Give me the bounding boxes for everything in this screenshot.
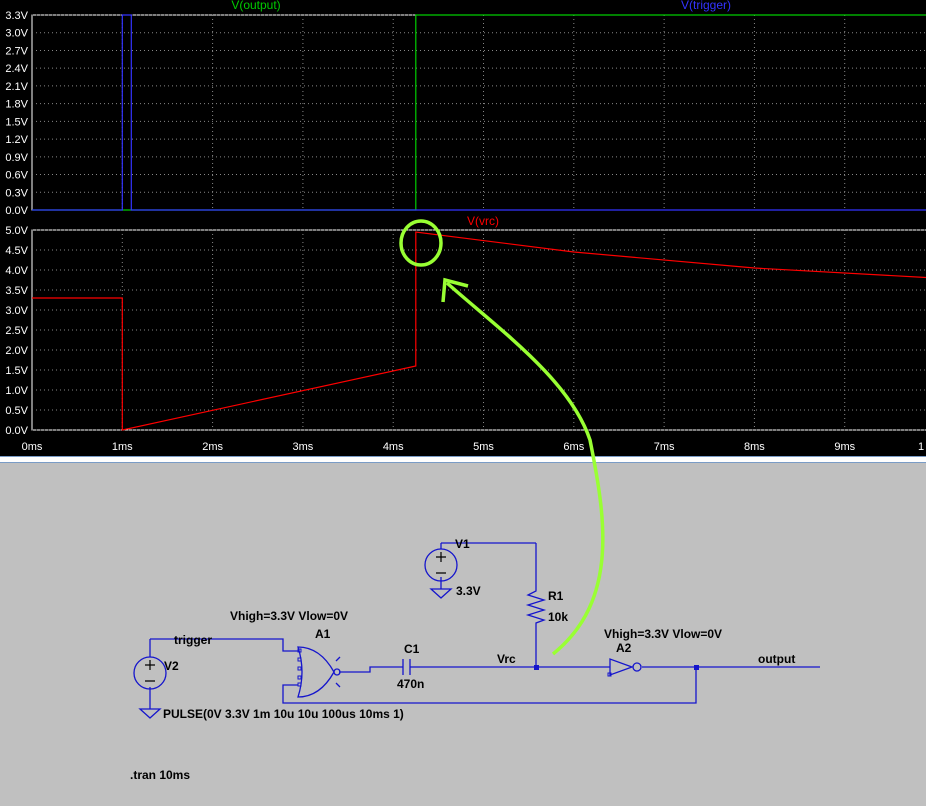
label-c1-value[interactable]: 470n — [397, 677, 424, 691]
x-tick-label: 1 — [918, 441, 924, 453]
label-v1[interactable]: V1 — [455, 537, 470, 551]
gate-a1[interactable] — [297, 646, 335, 698]
top-y-tick-label: 0.0V — [5, 205, 28, 217]
label-v2-value[interactable]: PULSE(0V 3.3V 1m 10u 10u 100us 10ms 1) — [163, 707, 404, 721]
junction-vrc — [534, 665, 539, 670]
label-r1-value[interactable]: 10k — [548, 610, 568, 624]
top-y-tick-label: 0.3V — [5, 187, 28, 199]
net-label-vrc[interactable]: Vrc — [497, 652, 516, 666]
top-y-tick-label: 2.1V — [5, 81, 28, 93]
ground-v2 — [138, 708, 162, 719]
x-tick-label: 6ms — [563, 441, 584, 453]
x-tick-label: 2ms — [202, 441, 223, 453]
trace-label-trigger[interactable]: V(trigger) — [681, 0, 731, 12]
x-tick-label: 5ms — [473, 441, 494, 453]
label-v2[interactable]: V2 — [164, 659, 179, 673]
bottom-y-tick-label: 1.0V — [5, 385, 28, 397]
gate-a2[interactable] — [609, 658, 634, 676]
wire-trigger[interactable] — [150, 638, 298, 652]
wire-a1-c1[interactable] — [339, 666, 403, 673]
schematic-editor[interactable]: V1 3.3V R1 10k Vhigh=3.3V Vlow=0V A1 Vhi… — [0, 463, 926, 801]
bottom-y-tick-label: 4.5V — [5, 245, 28, 257]
spice-directive[interactable]: .tran 10ms — [130, 768, 190, 782]
resistor-r1[interactable] — [525, 585, 547, 629]
schematic-canvas[interactable]: V1 3.3V R1 10k Vhigh=3.3V Vlow=0V A1 Vhi… — [0, 463, 926, 801]
bottom-pane-frame — [31, 229, 926, 431]
bottom-y-tick-label: 0.0V — [5, 425, 28, 437]
label-a1-params[interactable]: Vhigh=3.3V Vlow=0V — [230, 609, 348, 623]
x-tick-label: 0ms — [22, 441, 43, 453]
top-y-tick-label: 2.4V — [5, 63, 28, 75]
bottom-y-tick-label: 3.0V — [5, 305, 28, 317]
top-y-tick-label: 1.8V — [5, 99, 28, 111]
pane-separator[interactable] — [0, 456, 926, 463]
top-y-tick-label: 0.9V — [5, 152, 28, 164]
label-a2[interactable]: A2 — [616, 641, 632, 655]
label-c1[interactable]: C1 — [404, 642, 420, 656]
bottom-y-tick-label: 0.5V — [5, 405, 28, 417]
net-label-trigger[interactable]: trigger — [174, 633, 212, 647]
bottom-y-tick-label: 2.0V — [5, 345, 28, 357]
top-y-tick-label: 3.0V — [5, 28, 28, 40]
x-tick-label: 3ms — [293, 441, 314, 453]
trace-vvrc[interactable] — [32, 231, 926, 431]
trace-vtrigger[interactable] — [32, 14, 926, 211]
x-tick-label: 8ms — [744, 441, 765, 453]
bottom-y-tick-label: 3.5V — [5, 285, 28, 297]
trace-label-vrc[interactable]: V(vrc) — [467, 214, 499, 228]
capacitor-c1[interactable] — [402, 659, 411, 675]
net-label-output[interactable]: output — [758, 652, 795, 666]
bottom-y-tick-label: 1.5V — [5, 365, 28, 377]
x-tick-label: 4ms — [383, 441, 404, 453]
label-a2-params[interactable]: Vhigh=3.3V Vlow=0V — [604, 627, 722, 641]
label-a1[interactable]: A1 — [315, 627, 331, 641]
label-r1[interactable]: R1 — [548, 589, 564, 603]
top-y-tick-label: 2.7V — [5, 45, 28, 57]
top-y-tick-label: 1.2V — [5, 134, 28, 146]
bottom-y-tick-label: 2.5V — [5, 325, 28, 337]
tick-layer: 3.3V 3.0V 2.7V 2.4V 2.1V 1.8V 1.5V 1.2V 0.9V 0.6V… — [5, 10, 924, 453]
junction-output — [694, 665, 699, 670]
x-tick-label: 1ms — [112, 441, 133, 453]
ground-v1 — [429, 588, 453, 599]
trace-label-output[interactable]: V(output) — [231, 0, 280, 12]
label-v1-value[interactable]: 3.3V — [456, 584, 481, 598]
trace-voutput[interactable] — [32, 14, 926, 211]
top-y-tick-label: 3.3V — [5, 10, 28, 22]
top-pane-frame — [31, 14, 926, 211]
x-tick-label: 9ms — [834, 441, 855, 453]
top-y-tick-label: 1.5V — [5, 116, 28, 128]
annotation-circle — [399, 219, 443, 267]
bottom-y-tick-label: 4.0V — [5, 265, 28, 277]
gate-a2-bubble — [632, 662, 642, 672]
bottom-y-tick-label: 5.0V — [5, 225, 28, 237]
waveform-viewer[interactable]: 3.3V 3.0V 2.7V 2.4V 2.1V 1.8V 1.5V 1.2V 0.9V 0.6V… — [0, 0, 926, 458]
top-y-tick-label: 0.6V — [5, 170, 28, 182]
waveform-plot[interactable]: 3.3V 3.0V 2.7V 2.4V 2.1V 1.8V 1.5V 1.2V 0.9V 0.6V… — [0, 0, 926, 458]
x-tick-label: 7ms — [654, 441, 675, 453]
